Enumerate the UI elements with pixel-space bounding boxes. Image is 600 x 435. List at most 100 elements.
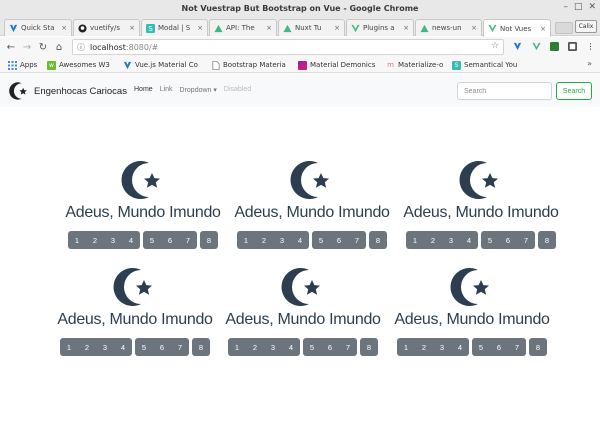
- tab-close-icon[interactable]: ×: [129, 24, 135, 32]
- page-button[interactable]: 6: [499, 231, 517, 249]
- page-button[interactable]: 2: [424, 231, 442, 249]
- info-icon[interactable]: ⓘ: [77, 42, 85, 53]
- page-button[interactable]: 8: [529, 338, 547, 356]
- search-input[interactable]: [457, 82, 552, 100]
- content-card: Adeus, Mundo Imundo 1 2 3 4 5 6 7 8: [58, 156, 228, 261]
- page-button[interactable]: 3: [96, 338, 114, 356]
- tab-not-vuestrap[interactable]: Not Vues ×: [483, 19, 551, 37]
- page-button[interactable]: 5: [472, 338, 490, 356]
- page-button[interactable]: 7: [508, 338, 526, 356]
- page-button[interactable]: 3: [442, 231, 460, 249]
- close-icon[interactable]: ✕: [588, 2, 596, 13]
- page-button[interactable]: 1: [406, 231, 424, 249]
- page-button[interactable]: 5: [481, 231, 499, 249]
- button-toolbar: 12345678: [396, 231, 566, 249]
- new-tab-button[interactable]: [555, 22, 573, 34]
- crescent-star-icon: [459, 161, 498, 199]
- page-button[interactable]: 5: [135, 338, 153, 356]
- tab-api[interactable]: API: The ×: [209, 19, 277, 36]
- menu-icon[interactable]: ⋮: [584, 40, 597, 53]
- page-button[interactable]: 5: [143, 231, 161, 249]
- tab-close-icon[interactable]: ×: [471, 24, 477, 32]
- page-button[interactable]: 5: [312, 231, 330, 249]
- vuetify-ext-icon[interactable]: [511, 40, 524, 53]
- bookmark-bootstrap-material[interactable]: Bootstrap Materia: [211, 59, 286, 71]
- page-button[interactable]: 8: [538, 231, 556, 249]
- page-button[interactable]: 8: [360, 338, 378, 356]
- tab-close-icon[interactable]: ×: [540, 25, 546, 33]
- nav-dropdown[interactable]: Dropdown ▾: [180, 86, 217, 94]
- page-button[interactable]: 3: [104, 231, 122, 249]
- page-button[interactable]: 7: [171, 338, 189, 356]
- page-button[interactable]: 2: [415, 338, 433, 356]
- page-button[interactable]: 3: [264, 338, 282, 356]
- page-button[interactable]: 8: [200, 231, 218, 249]
- address-bar[interactable]: ⓘ localhost:8080/# ☆: [72, 39, 504, 55]
- page-button[interactable]: 2: [255, 231, 273, 249]
- bookmark-star-icon[interactable]: ☆: [491, 41, 499, 51]
- content-card: Adeus, Mundo Imundo 1 2 3 4 5 6 7 8: [387, 263, 557, 368]
- bookmark-awesomes-w3[interactable]: w Awesomes W3: [47, 59, 110, 71]
- bookmark-material-demonics[interactable]: Material Demonics: [298, 59, 375, 71]
- page-button[interactable]: 6: [161, 231, 179, 249]
- extension-icon[interactable]: [548, 40, 561, 53]
- page-button[interactable]: 5: [303, 338, 321, 356]
- page-button[interactable]: 4: [451, 338, 469, 356]
- page-button[interactable]: 4: [122, 231, 140, 249]
- extension-icon[interactable]: [566, 40, 579, 53]
- page-button[interactable]: 7: [517, 231, 535, 249]
- bookmark-materialize[interactable]: m Materialize-o: [386, 59, 443, 71]
- bookmark-apps[interactable]: Apps: [8, 59, 37, 71]
- page-button[interactable]: 3: [273, 231, 291, 249]
- page-button[interactable]: 2: [86, 231, 104, 249]
- vue-devtools-icon[interactable]: [530, 40, 543, 53]
- tab-vuetify-github[interactable]: vuetify/s ×: [73, 19, 140, 36]
- page-button[interactable]: 6: [153, 338, 171, 356]
- page-button[interactable]: 7: [339, 338, 357, 356]
- tab-close-icon[interactable]: ×: [334, 24, 340, 32]
- page-button[interactable]: 6: [321, 338, 339, 356]
- tab-close-icon[interactable]: ×: [61, 24, 67, 32]
- page-button[interactable]: 4: [460, 231, 478, 249]
- page-button[interactable]: 7: [179, 231, 197, 249]
- search-button[interactable]: Search: [556, 82, 592, 100]
- page-button[interactable]: 1: [397, 338, 415, 356]
- tab-close-icon[interactable]: ×: [197, 24, 203, 32]
- profile-button[interactable]: Calix: [575, 20, 597, 33]
- reload-icon[interactable]: ↻: [35, 39, 51, 55]
- tab-nuxt-tutorial[interactable]: Nuxt Tu ×: [278, 19, 345, 36]
- tab-quick-start[interactable]: Quick Sta ×: [4, 19, 72, 36]
- navbar-brand[interactable]: Engenhocas Cariocas: [8, 80, 127, 102]
- page-button[interactable]: 1: [228, 338, 246, 356]
- nav-home-link[interactable]: Home: [134, 86, 153, 94]
- tab-close-icon[interactable]: ×: [266, 24, 272, 32]
- bookmark-vue-material[interactable]: Vue.js Material Co: [123, 59, 198, 71]
- page-button[interactable]: 8: [192, 338, 210, 356]
- page-button[interactable]: 1: [60, 338, 78, 356]
- page-button[interactable]: 1: [68, 231, 86, 249]
- forward-icon[interactable]: →: [19, 39, 35, 55]
- page-button[interactable]: 4: [282, 338, 300, 356]
- page-button[interactable]: 6: [330, 231, 348, 249]
- tab-news[interactable]: news-un ×: [415, 19, 482, 36]
- page-button[interactable]: 2: [78, 338, 96, 356]
- bookmark-semantical[interactable]: S Semantical You: [452, 59, 517, 71]
- bookmarks-overflow-icon[interactable]: »: [587, 59, 592, 68]
- tab-close-icon[interactable]: ×: [403, 24, 409, 32]
- tab-plugins[interactable]: Plugins a ×: [346, 19, 414, 36]
- page-button[interactable]: 1: [237, 231, 255, 249]
- tab-modal-semantic[interactable]: S Modal | S ×: [141, 19, 208, 36]
- maximize-icon[interactable]: □: [574, 2, 583, 13]
- page-button[interactable]: 4: [114, 338, 132, 356]
- home-icon[interactable]: ⌂: [51, 39, 67, 55]
- nav-link-link[interactable]: Link: [160, 86, 173, 94]
- page-button[interactable]: 3: [433, 338, 451, 356]
- minimize-icon[interactable]: –: [563, 2, 568, 13]
- page-button[interactable]: 8: [369, 231, 387, 249]
- page-button[interactable]: 4: [291, 231, 309, 249]
- page-button[interactable]: 7: [348, 231, 366, 249]
- page-button[interactable]: 6: [490, 338, 508, 356]
- page-button[interactable]: 2: [246, 338, 264, 356]
- back-icon[interactable]: ←: [3, 39, 19, 55]
- address-url[interactable]: localhost:8080/#: [90, 43, 158, 52]
